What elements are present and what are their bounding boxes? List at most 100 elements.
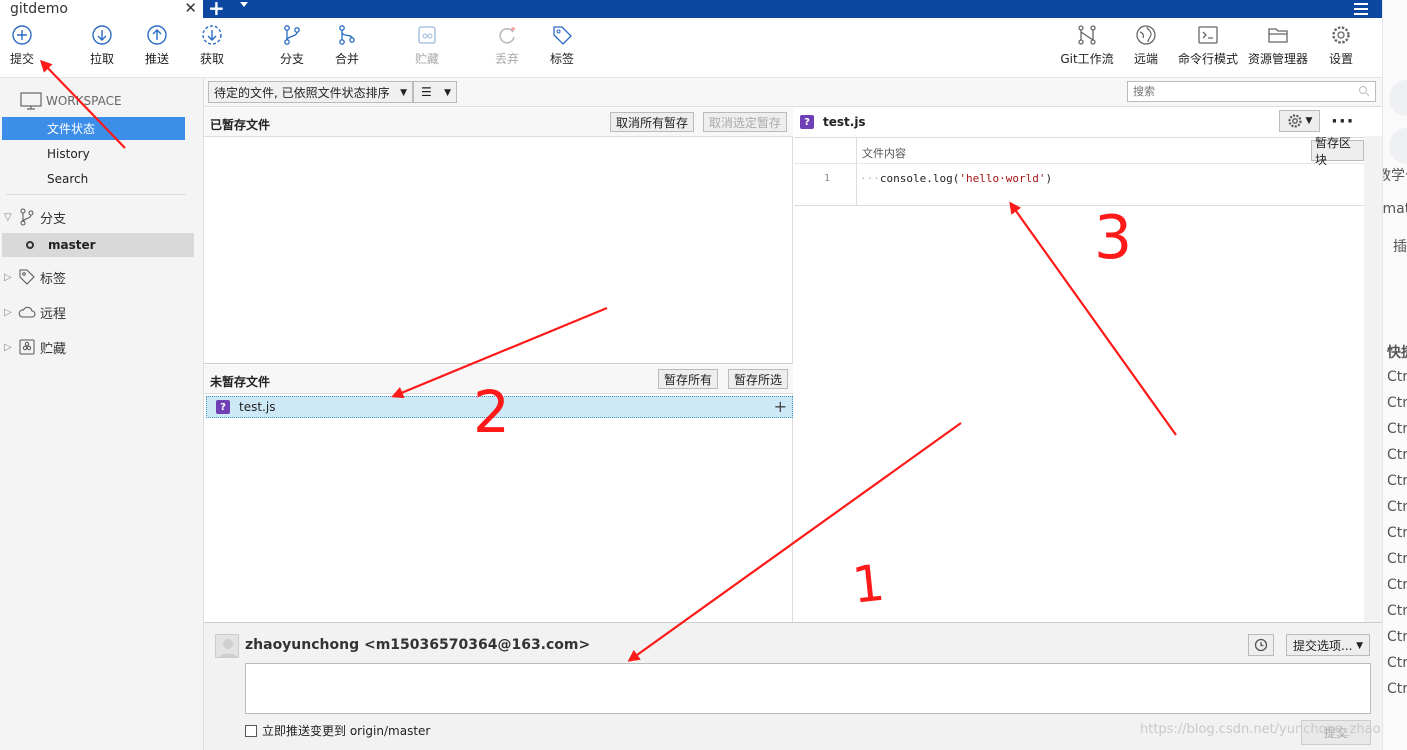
pull-button[interactable]: 拉取 — [74, 24, 130, 67]
commit-options-dropdown[interactable]: 提交选项... ▼ — [1286, 634, 1370, 656]
stash-button-label: 贮藏 — [414, 52, 439, 66]
background-text: Ctrl — [1387, 655, 1407, 671]
more-options-icon[interactable]: ··· — [1331, 111, 1355, 132]
stash-box-icon — [19, 339, 35, 355]
git-flow-button[interactable]: Git工作流 — [1054, 24, 1120, 67]
checkbox-box[interactable] — [245, 724, 257, 737]
tag-button[interactable]: 标签 — [534, 24, 590, 67]
add-tab-icon[interactable]: + — [208, 0, 225, 20]
file-row[interactable]: ? test.js + — [206, 396, 793, 418]
diff-file-title: ? test.js — [800, 115, 866, 129]
unstage-all-button[interactable]: 取消所有暂存 — [610, 112, 695, 132]
tag-button-label: 标签 — [549, 52, 574, 66]
sidebar-item-file-status[interactable]: 文件状态 — [2, 117, 185, 140]
toolbar: 提交 拉取 推送 获取 分支 合并 贮藏 丢弃 标签 Git工作流 远端 命令行… — [0, 18, 1382, 78]
terminal-button[interactable]: 命令行模式 — [1175, 24, 1241, 67]
diff-scrollbar[interactable] — [1364, 136, 1382, 622]
line-number: 1 — [824, 173, 831, 184]
repo-tab[interactable]: gitdemo ✕ — [0, 0, 203, 18]
merge-button[interactable]: 合并 — [319, 24, 375, 67]
background-text: Ctrl — [1387, 421, 1407, 437]
branch-button[interactable]: 分支 — [264, 24, 320, 67]
workspace-header: WORKSPACE — [20, 92, 122, 110]
sort-dropdown[interactable]: 待定的文件, 已依照文件状态排序 ▼ — [208, 81, 413, 103]
clock-icon — [1254, 638, 1268, 652]
sidebar-group-branches[interactable]: ▽ 分支 — [4, 205, 66, 229]
folder-icon — [1268, 28, 1288, 43]
stage-selected-label: 暂存所选 — [734, 372, 783, 387]
sidebar-item-history[interactable]: History — [2, 142, 185, 165]
close-tab-icon[interactable]: ✕ — [184, 0, 197, 17]
chevron-right-icon: ▷ — [4, 341, 12, 353]
globe-icon — [1136, 25, 1156, 45]
background-text: Ctrl — [1387, 551, 1407, 567]
chevron-right-icon: ▷ — [4, 271, 12, 283]
commit-button[interactable]: 提交 — [0, 24, 50, 67]
hamburger-menu-icon[interactable] — [1354, 3, 1368, 15]
stage-hunk-button[interactable]: 暂存区块 — [1311, 136, 1364, 167]
fetch-dashed-circle-icon — [202, 25, 222, 45]
chevron-down-icon: ▼ — [1356, 641, 1363, 651]
stage-all-label: 暂存所有 — [664, 372, 713, 387]
stage-selected-button[interactable]: 暂存所选 — [728, 369, 789, 389]
sort-dropdown-label: 待定的文件, 已依照文件状态排序 — [214, 85, 390, 100]
code-suffix: ) — [1045, 172, 1053, 185]
fetch-button-label: 获取 — [199, 52, 224, 66]
sidebar-group-remotes[interactable]: ▷ 远程 — [4, 300, 66, 324]
sidebar-item-label: 文件状态 — [47, 122, 96, 136]
code-fn: console.log( — [879, 172, 960, 185]
background-text: Ctrl — [1387, 681, 1407, 697]
discard-refresh-icon — [499, 27, 515, 44]
background-text: Ctrl — [1387, 499, 1407, 515]
commit-button-label: 提交 — [9, 52, 34, 66]
sidebar-group-label: 标签 — [40, 271, 67, 287]
tab-list-dropdown-icon[interactable] — [240, 2, 248, 7]
stage-all-button[interactable]: 暂存所有 — [658, 369, 719, 389]
git-flow-button-label: Git工作流 — [1060, 52, 1114, 66]
discard-button[interactable]: 丢弃 — [479, 24, 535, 67]
branch-icon — [284, 25, 300, 45]
sourcetree-window: gitdemo ✕ + 提交 拉取 推送 获取 分支 合并 贮藏 丢弃 标签 G… — [0, 0, 1407, 750]
push-immediately-label: 立即推送变更到 origin/master — [262, 724, 431, 738]
git-flow-icon — [1078, 25, 1096, 45]
search-input[interactable] — [1128, 82, 1348, 101]
gear-icon — [1332, 26, 1350, 44]
code-line[interactable]: ···console.log('hello·world') — [860, 172, 1052, 185]
list-view-icon: ☰ — [421, 85, 432, 99]
sidebar-group-stashes[interactable]: ▷ 贮藏 — [4, 335, 66, 359]
commit-message-input[interactable] — [245, 663, 1371, 714]
untracked-status-icon: ? — [800, 115, 814, 129]
watermark: https://blog.csdn.net/yunchong_zhao — [1140, 722, 1381, 737]
background-text: 教学公 — [1383, 168, 1407, 184]
remote-button[interactable]: 远端 — [1118, 24, 1174, 67]
diff-options-button[interactable]: ▼ — [1279, 110, 1320, 132]
background-text: Ctrl — [1387, 629, 1407, 645]
sidebar-group-label: 贮藏 — [40, 341, 67, 357]
stage-file-plus-icon[interactable]: + — [774, 397, 787, 416]
commit-options-label: 提交选项... — [1293, 638, 1353, 653]
hunk-label: 文件内容 — [862, 147, 906, 160]
unstage-selected-button[interactable]: 取消选定暂存 — [703, 112, 788, 132]
fetch-button[interactable]: 获取 — [184, 24, 240, 67]
branch-label: master — [48, 238, 96, 252]
explorer-button-label: 资源管理器 — [1247, 52, 1308, 66]
staged-header: 已暂存文件 取消所有暂存 取消选定暂存 — [204, 108, 793, 137]
sidebar-item-search[interactable]: Search — [2, 167, 185, 190]
cloud-icon — [18, 306, 36, 318]
sidebar-item-label: History — [47, 146, 90, 161]
sidebar-item-label: Search — [47, 171, 89, 186]
terminal-icon — [1198, 26, 1218, 44]
branch-master[interactable]: master — [2, 233, 194, 257]
settings-button[interactable]: 设置 — [1313, 24, 1369, 67]
history-messages-button[interactable] — [1248, 634, 1274, 656]
view-mode-dropdown[interactable]: ☰ ▼ — [413, 81, 457, 103]
stash-button[interactable]: 贮藏 — [399, 24, 455, 67]
push-button[interactable]: 推送 — [129, 24, 185, 67]
diff-header: ? test.js ▼ ··· — [794, 108, 1364, 136]
stage-hunk-label: 暂存区块 — [1315, 135, 1352, 167]
tag-icon — [553, 26, 572, 45]
push-immediately-checkbox[interactable]: 立即推送变更到 origin/master — [245, 722, 430, 739]
chevron-down-icon: ▼ — [444, 88, 451, 98]
sidebar-group-tags[interactable]: ▷ 标签 — [4, 265, 66, 289]
explorer-button[interactable]: 资源管理器 — [1244, 24, 1312, 67]
